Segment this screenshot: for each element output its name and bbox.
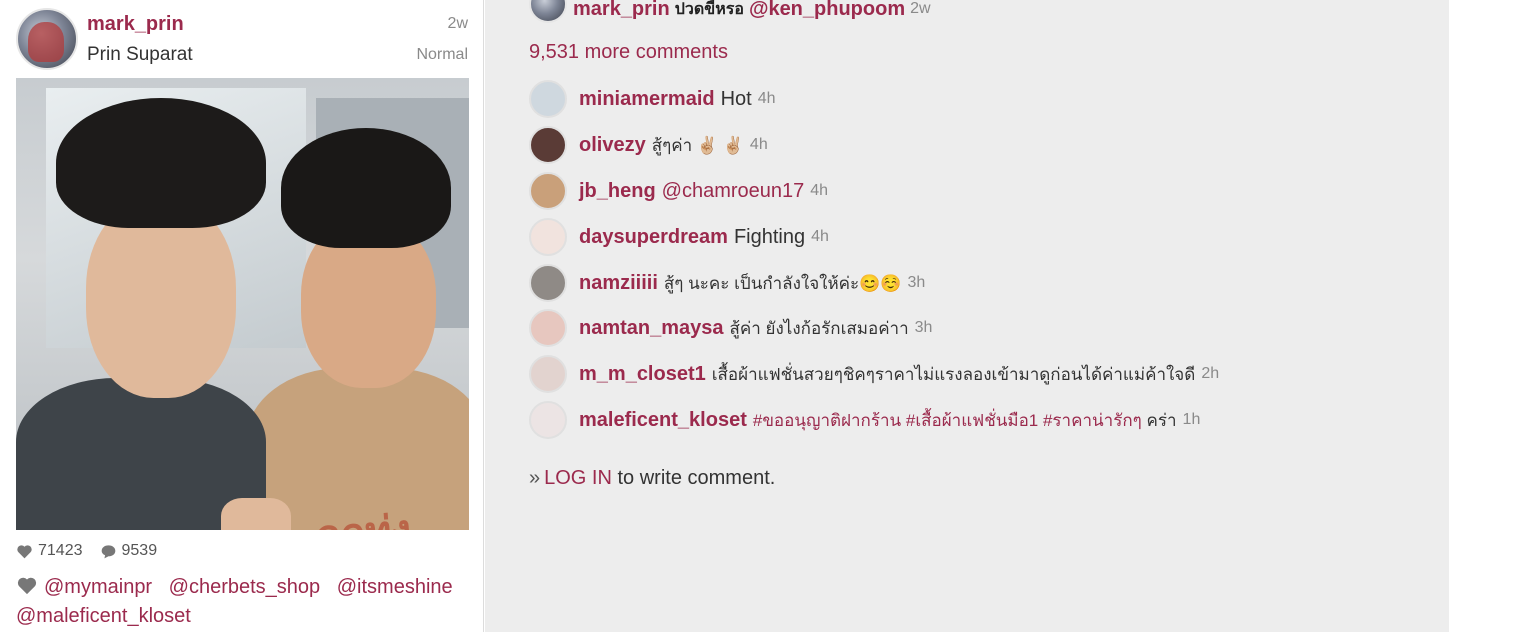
caption-mention[interactable]: @ken_phupoom (749, 0, 905, 21)
commenter-username[interactable]: daysuperdream (579, 226, 728, 249)
commenter-avatar[interactable] (529, 218, 567, 256)
comment-row: m_m_closet1 เสื้อผ้าแฟชั่นสวยๆชิคๆราคาไม… (529, 355, 1219, 393)
commenter-username[interactable]: namtan_maysa (579, 317, 724, 340)
commenter-avatar[interactable] (529, 172, 567, 210)
post-caption: mark_prin ปวดขี้หรอ @ken_phupoom 2w (529, 0, 931, 23)
comment-text: สู้ๆ นะคะ เป็นกำลังใจให้ค่ะ😊☺️ (663, 273, 902, 293)
comment-row: daysuperdream Fighting 4h (529, 218, 829, 256)
caption-username[interactable]: mark_prin (573, 0, 670, 21)
comment-bubble-icon (101, 544, 115, 558)
caption-text: ปวดขี้หรอ (674, 0, 744, 18)
comment-row: maleficent_kloset #ขออนุญาติฝากร้าน #เสื… (529, 401, 1200, 439)
author-avatar[interactable] (16, 8, 78, 70)
comment-text: Hot (720, 87, 752, 110)
likes-count: 71423 (38, 542, 83, 559)
commenter-username[interactable]: m_m_closet1 (579, 363, 706, 386)
author-fullname: Prin Suparat (87, 44, 193, 65)
liker-link[interactable]: @cherbets_shop (169, 576, 321, 598)
commenter-avatar[interactable] (529, 264, 567, 302)
comment-row: jb_heng @chamroeun17 4h (529, 172, 828, 210)
liker-link[interactable]: @mymainpr (44, 576, 152, 598)
commenter-avatar[interactable] (529, 309, 567, 347)
comment-text: เสื้อผ้าแฟชั่นสวยๆชิคๆราคาไม่แรงลองเข้าม… (711, 364, 1196, 384)
commenter-username[interactable]: maleficent_kloset (579, 409, 747, 432)
commenter-username[interactable]: olivezy (579, 134, 646, 157)
caption-avatar[interactable] (529, 0, 567, 23)
author-username[interactable]: mark_prin (87, 13, 184, 36)
comments-panel: mark_prin ปวดขี้หรอ @ken_phupoom 2w 9,53… (485, 0, 1449, 632)
comments-stat: 9539 (100, 542, 158, 560)
commenter-username[interactable]: miniamermaid (579, 88, 715, 111)
comment-mention[interactable]: @chamroeun17 (662, 180, 805, 203)
comment-time: 2h (1201, 365, 1220, 382)
comment-text: สู้ๆค่า ✌🏼 ✌🏼 (651, 135, 744, 155)
commenter-avatar[interactable] (529, 401, 567, 439)
more-comments-link[interactable]: 9,531 more comments (529, 41, 728, 64)
liker-link[interactable]: @itsmeshine (337, 576, 453, 598)
comment-row: olivezy สู้ๆค่า ✌🏼 ✌🏼 4h (529, 126, 768, 164)
commenter-username[interactable]: namziiiii (579, 272, 658, 295)
likes-stat: 71423 (16, 542, 83, 560)
comment-text-suffix: คร่า (1146, 410, 1177, 430)
comment-hashtags[interactable]: #ขออนุญาติฝากร้าน #เสื้อผ้าแฟชั่นมือ1 #ร… (753, 411, 1142, 430)
comment-time: 3h (914, 319, 933, 336)
commenter-username[interactable]: jb_heng (579, 180, 656, 203)
comment-time: 4h (811, 228, 829, 245)
commenter-avatar[interactable] (529, 355, 567, 393)
post-card: mark_prin Prin Suparat 2w Normal ลูกทุ่ง… (0, 0, 484, 632)
heart-icon (17, 544, 32, 558)
login-link[interactable]: LOG IN (544, 467, 612, 489)
comments-count: 9539 (121, 542, 158, 559)
comment-time: 4h (757, 90, 776, 107)
login-suffix: to write comment. (617, 467, 776, 489)
post-photo[interactable]: ลูกทุ่ง (16, 78, 469, 530)
post-stats: 71423 9539 (16, 541, 174, 561)
heart-icon (17, 577, 37, 595)
comment-time: 4h (810, 182, 829, 199)
comment-row: namziiiii สู้ๆ นะคะ เป็นกำลังใจให้ค่ะ😊☺️… (529, 264, 925, 302)
commenter-avatar[interactable] (529, 80, 567, 118)
likers-list: @mymainpr @cherbets_shop @itsmeshine @ma… (16, 573, 471, 631)
comment-text: #ขออนุญาติฝากร้าน #เสื้อผ้าแฟชั่นมือ1 #ร… (753, 407, 1177, 434)
comment-row: miniamermaid Hot 4h (529, 80, 776, 118)
caption-time: 2w (910, 0, 931, 17)
photo-filter: Normal (416, 46, 468, 63)
comment-text: สู้ค่า ยังไงก้อรักเสมอค่าา (729, 318, 909, 338)
liker-link[interactable]: @maleficent_kloset (16, 605, 191, 627)
post-time: 2w (447, 15, 468, 32)
post-header: mark_prin Prin Suparat 2w Normal (16, 8, 468, 70)
comment-text: Fighting (733, 225, 806, 248)
commenter-avatar[interactable] (529, 126, 567, 164)
comment-time: 1h (1182, 411, 1201, 428)
comment-row: namtan_maysa สู้ค่า ยังไงก้อรักเสมอค่าา … (529, 309, 932, 347)
page-right-margin (1449, 0, 1527, 632)
comment-time: 4h (749, 136, 768, 153)
login-prompt: » LOG IN to write comment. (529, 467, 775, 490)
comment-time: 3h (907, 274, 926, 291)
raquo-glyph: » (529, 467, 541, 489)
instagram-web-viewer: mark_prin Prin Suparat 2w Normal ลูกทุ่ง… (0, 0, 1527, 632)
